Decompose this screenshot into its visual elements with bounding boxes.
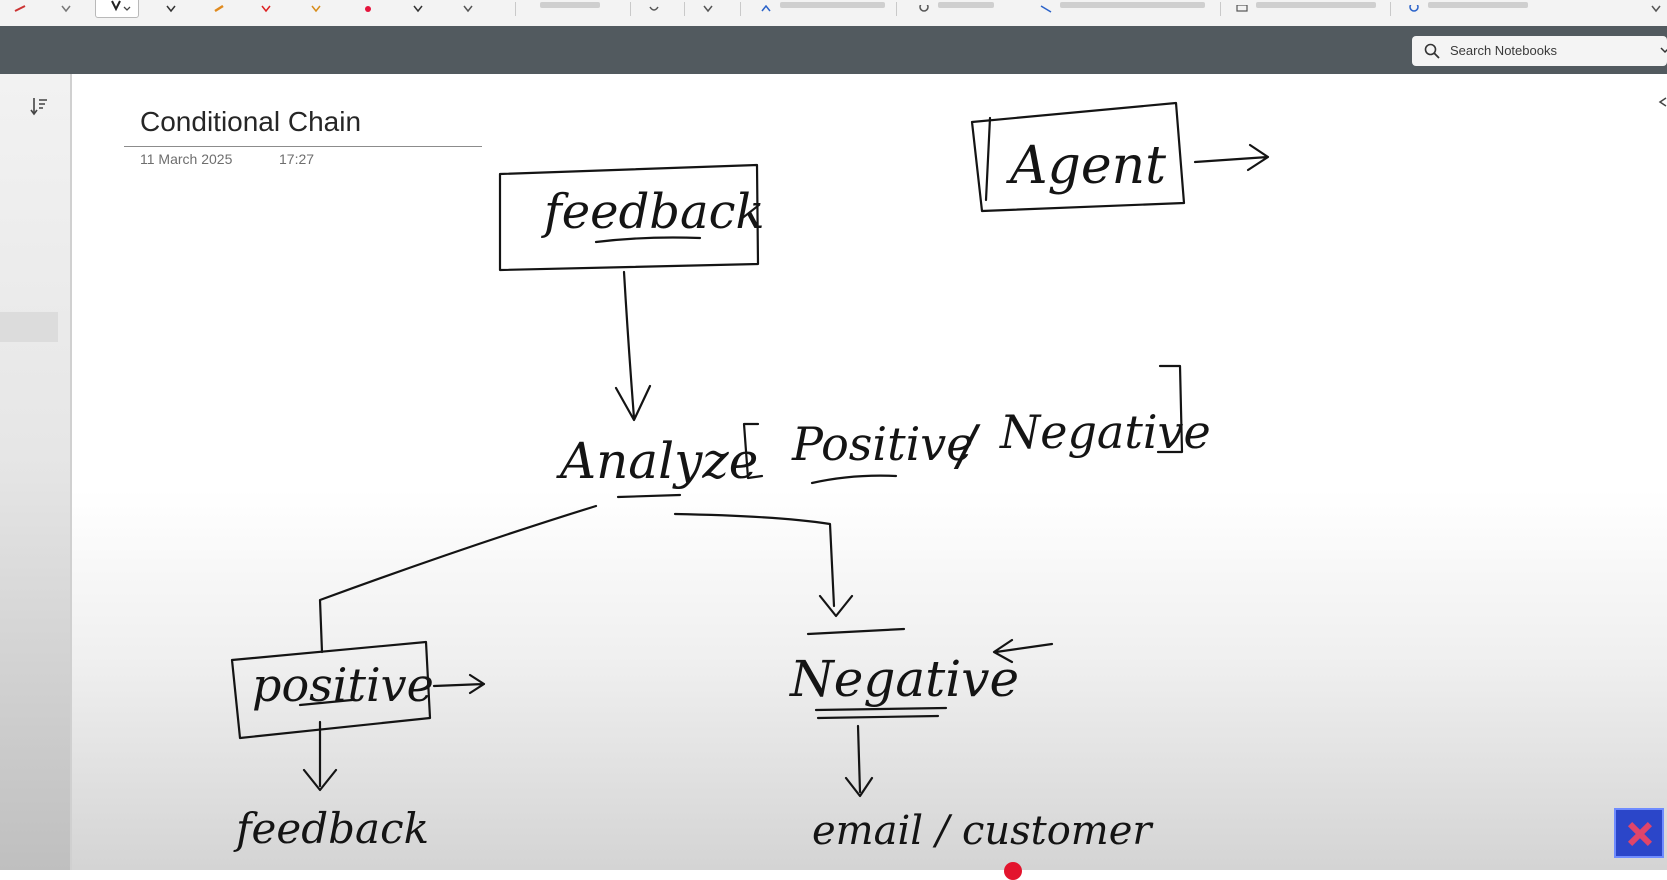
feedback-box-label: feedback: [541, 184, 765, 240]
feedback-lower-label: feedback: [233, 804, 429, 853]
negative-down-arrow: [844, 724, 874, 798]
branch-to-negative: [673, 512, 854, 618]
collapse-icon[interactable]: [1658, 96, 1667, 108]
positive-arrow: [432, 673, 486, 695]
positive-down-arrow: [302, 720, 338, 792]
agent-box-label: Agent: [1006, 136, 1166, 196]
positive-option-underline: [810, 474, 898, 485]
feedback-to-analyze-arrow: [614, 270, 652, 422]
agent-box-bar: [984, 116, 992, 202]
agent-arrow: [1193, 143, 1270, 172]
negative-label: Negative: [789, 650, 1019, 708]
positive-option-label: Positive: [791, 417, 974, 471]
handwritten-diagram: feedback Agent Analyze Positive / Negati…: [230, 101, 1270, 854]
analyze-label: Analyze: [556, 432, 758, 490]
branch-to-positive: [318, 504, 598, 654]
app-logo-icon: [1614, 808, 1664, 858]
positive-box-label: positive: [252, 658, 434, 712]
email-customer-label: email / customer: [812, 808, 1154, 854]
analyze-underline: [616, 493, 682, 499]
negative-top-bar: [806, 627, 906, 636]
recording-indicator: [1004, 862, 1022, 880]
negative-underline: [814, 706, 948, 720]
slash-label: /: [953, 414, 981, 477]
